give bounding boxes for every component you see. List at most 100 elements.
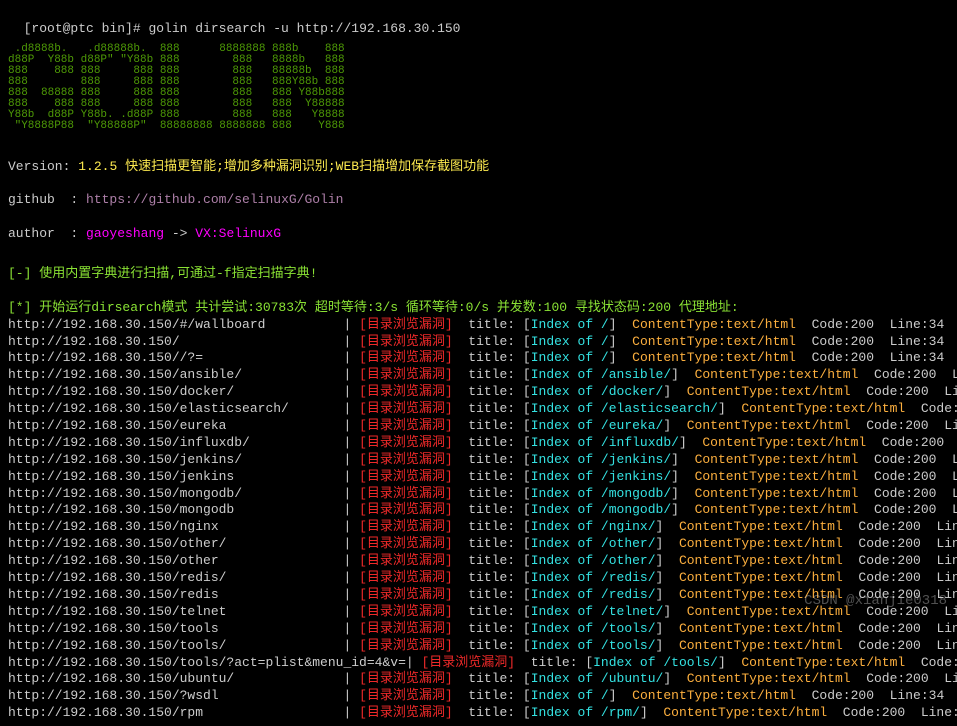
vuln-tag: [目录浏览漏洞] bbox=[359, 519, 453, 534]
result-row: http://192.168.30.150/influxdb/ | [目录浏览漏… bbox=[8, 435, 957, 452]
ct-label: ContentType: bbox=[679, 621, 773, 636]
line-label: Line: bbox=[890, 350, 929, 365]
prompt-user-host: [root@ptc bin]# bbox=[24, 21, 149, 36]
results-list: http://192.168.30.150/#/wallboard | [目录浏… bbox=[8, 317, 957, 722]
ct-value: text/html bbox=[773, 553, 843, 568]
result-url[interactable]: http://192.168.30.150/jenkins/ bbox=[8, 452, 242, 467]
ct-value: text/html bbox=[773, 621, 843, 636]
result-title: Index of /mongodb/ bbox=[531, 486, 671, 501]
ct-label: ContentType: bbox=[702, 435, 796, 450]
result-url[interactable]: http://192.168.30.150/other/ bbox=[8, 536, 226, 551]
title-label: title: bbox=[468, 638, 515, 653]
ct-value: text/html bbox=[780, 418, 850, 433]
result-url[interactable]: http://192.168.30.150/tools/?act=plist&m… bbox=[8, 655, 406, 670]
code-value: 200 bbox=[913, 486, 936, 501]
line-label: Line: bbox=[890, 334, 929, 349]
code-label: Code: bbox=[874, 486, 913, 501]
result-url[interactable]: http://192.168.30.150/ bbox=[8, 334, 180, 349]
result-title: Index of /elasticsearch/ bbox=[531, 401, 718, 416]
line-label: Line: bbox=[952, 502, 957, 517]
ct-label: ContentType: bbox=[695, 452, 789, 467]
ct-label: ContentType: bbox=[632, 334, 726, 349]
result-url[interactable]: http://192.168.30.150/elasticsearch/ bbox=[8, 401, 289, 416]
result-row: http://192.168.30.150//?= | [目录浏览漏洞] tit… bbox=[8, 350, 957, 367]
vuln-tag: [目录浏览漏洞] bbox=[359, 452, 453, 467]
code-label: Code: bbox=[921, 655, 957, 670]
line-label: Line: bbox=[944, 418, 957, 433]
line-label: Line: bbox=[936, 621, 957, 636]
result-row: http://192.168.30.150/docker/ | [目录浏览漏洞]… bbox=[8, 384, 957, 401]
result-row: http://192.168.30.150/?wsdl | [目录浏览漏洞] t… bbox=[8, 688, 957, 705]
result-title: Index of /influxdb/ bbox=[531, 435, 679, 450]
vuln-tag: [目录浏览漏洞] bbox=[359, 688, 453, 703]
result-url[interactable]: http://192.168.30.150/mongodb bbox=[8, 502, 234, 517]
code-label: Code: bbox=[866, 604, 905, 619]
vuln-tag: [目录浏览漏洞] bbox=[359, 418, 453, 433]
result-title: Index of /tools/ bbox=[531, 621, 656, 636]
result-url[interactable]: http://192.168.30.150/ansible/ bbox=[8, 367, 242, 382]
ct-value: text/html bbox=[773, 638, 843, 653]
github-url[interactable]: https://github.com/selinuxG/Golin bbox=[86, 192, 343, 207]
title-label: title: bbox=[468, 604, 515, 619]
vuln-tag: [目录浏览漏洞] bbox=[421, 655, 515, 670]
result-row: http://192.168.30.150/ | [目录浏览漏洞] title:… bbox=[8, 334, 957, 351]
result-url[interactable]: http://192.168.30.150/rpm bbox=[8, 705, 203, 720]
result-title: Index of /telnet/ bbox=[531, 604, 664, 619]
result-url[interactable]: http://192.168.30.150/jenkins bbox=[8, 469, 234, 484]
result-title: Index of /nginx/ bbox=[531, 519, 656, 534]
code-value: 200 bbox=[905, 671, 928, 686]
result-title: Index of /redis/ bbox=[531, 587, 656, 602]
title-label: title: bbox=[468, 705, 515, 720]
result-url[interactable]: http://192.168.30.150/tools bbox=[8, 621, 219, 636]
result-url[interactable]: http://192.168.30.150/other bbox=[8, 553, 219, 568]
result-url[interactable]: http://192.168.30.150/mongodb/ bbox=[8, 486, 242, 501]
result-row: http://192.168.30.150/other | [目录浏览漏洞] t… bbox=[8, 553, 957, 570]
code-value: 200 bbox=[897, 570, 920, 585]
ct-value: text/html bbox=[788, 469, 858, 484]
title-label: title: bbox=[468, 452, 515, 467]
line-label: Line: bbox=[944, 384, 957, 399]
code-value: 200 bbox=[913, 452, 936, 467]
code-label: Code: bbox=[866, 384, 905, 399]
code-label: Code: bbox=[858, 638, 897, 653]
result-url[interactable]: http://192.168.30.150/influxdb/ bbox=[8, 435, 250, 450]
code-value: 200 bbox=[897, 519, 920, 534]
result-title: Index of /jenkins/ bbox=[531, 452, 671, 467]
title-label: title: bbox=[468, 688, 515, 703]
title-label: title: bbox=[468, 621, 515, 636]
title-label: title: bbox=[468, 570, 515, 585]
result-url[interactable]: http://192.168.30.150/tools/ bbox=[8, 638, 226, 653]
result-url[interactable]: http://192.168.30.150/ubuntu/ bbox=[8, 671, 234, 686]
line-label: Line: bbox=[921, 705, 957, 720]
line-value: 34 bbox=[929, 688, 945, 703]
result-url[interactable]: http://192.168.30.150//?= bbox=[8, 350, 203, 365]
code-value: 200 bbox=[897, 587, 920, 602]
result-url[interactable]: http://192.168.30.150/docker/ bbox=[8, 384, 234, 399]
result-url[interactable]: http://192.168.30.150/redis bbox=[8, 587, 219, 602]
vuln-tag: [目录浏览漏洞] bbox=[359, 705, 453, 720]
ct-label: ContentType: bbox=[679, 587, 773, 602]
result-url[interactable]: http://192.168.30.150/eureka bbox=[8, 418, 226, 433]
notice-1: [-] 使用内置字典进行扫描,可通过-f指定扫描字典! bbox=[8, 249, 957, 283]
code-label: Code: bbox=[874, 452, 913, 467]
result-url[interactable]: http://192.168.30.150/redis/ bbox=[8, 570, 226, 585]
result-row: http://192.168.30.150/tools/?act=plist&m… bbox=[8, 655, 957, 672]
result-url[interactable]: http://192.168.30.150/telnet bbox=[8, 604, 226, 619]
vuln-tag: [目录浏览漏洞] bbox=[359, 570, 453, 585]
line-label: Line: bbox=[952, 367, 957, 382]
vuln-tag: [目录浏览漏洞] bbox=[359, 486, 453, 501]
code-label: Code: bbox=[858, 519, 897, 534]
result-url[interactable]: http://192.168.30.150/nginx bbox=[8, 519, 219, 534]
ct-label: ContentType: bbox=[679, 519, 773, 534]
result-row: http://192.168.30.150/#/wallboard | [目录浏… bbox=[8, 317, 957, 334]
title-label: title: bbox=[468, 334, 515, 349]
result-url[interactable]: http://192.168.30.150/?wsdl bbox=[8, 688, 219, 703]
code-value: 200 bbox=[905, 604, 928, 619]
result-url[interactable]: http://192.168.30.150/#/wallboard bbox=[8, 317, 265, 332]
code-label: Code: bbox=[843, 705, 882, 720]
result-title: Index of /tools/ bbox=[593, 655, 718, 670]
result-title: Index of /rpm/ bbox=[531, 705, 640, 720]
result-title: Index of / bbox=[531, 317, 609, 332]
result-row: http://192.168.30.150/tools/ | [目录浏览漏洞] … bbox=[8, 638, 957, 655]
ct-label: ContentType: bbox=[679, 553, 773, 568]
